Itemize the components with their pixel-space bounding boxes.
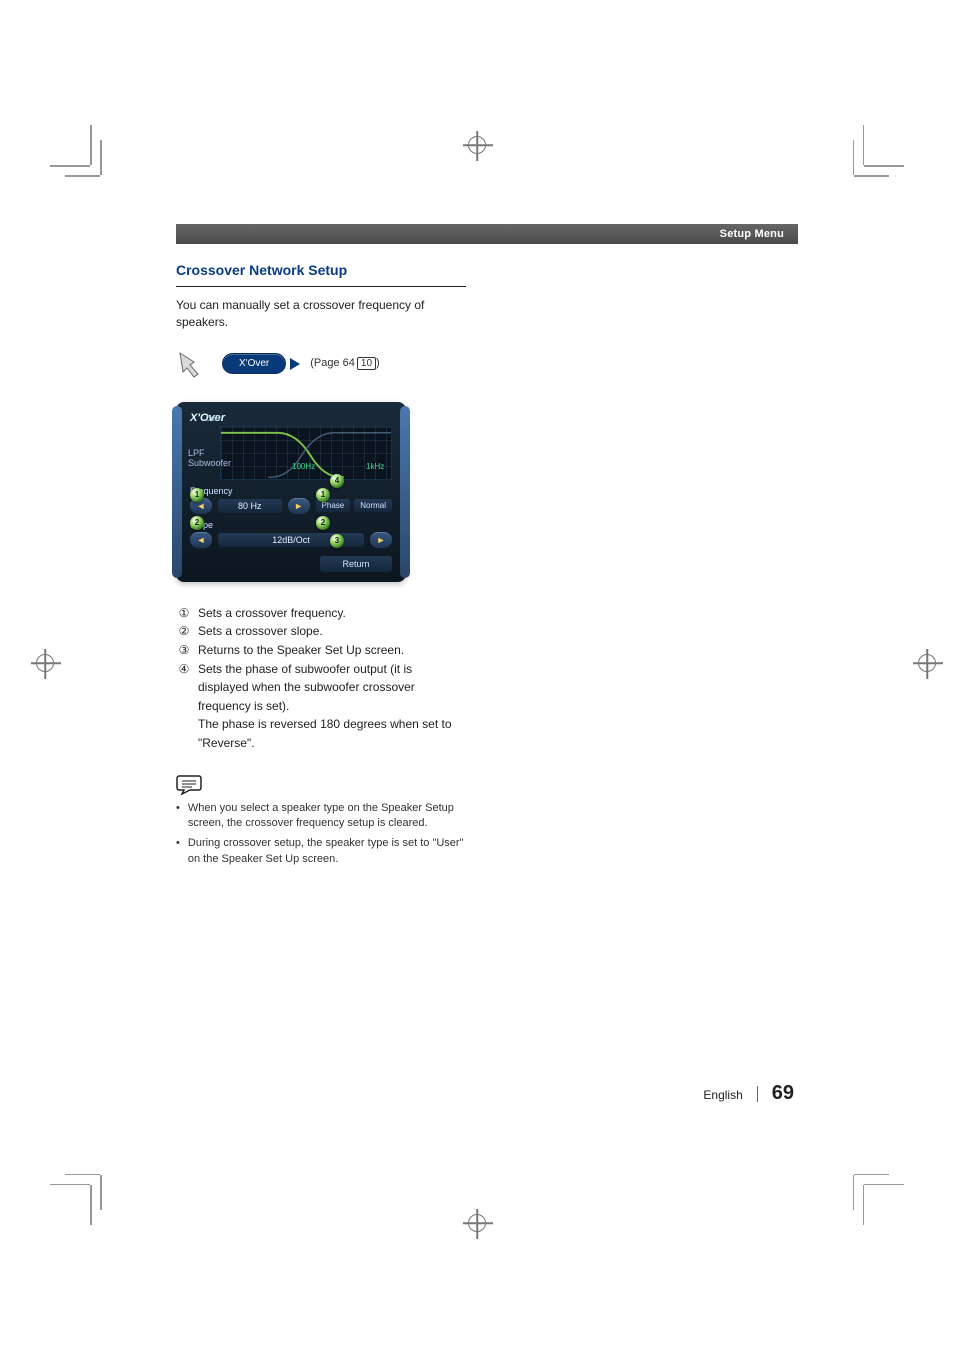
slope-decrease-button[interactable]: ◄ [190,532,212,548]
intro-text: You can manually set a crossover frequen… [176,297,466,332]
footer-lang: English [703,1088,742,1102]
device-title: X'Over [190,412,398,424]
chapter-header: Setup Menu [176,224,798,244]
legend-num: ① [176,604,192,623]
callout-2-left: 2 [190,516,204,530]
note-icon [176,773,202,795]
freq-increase-button[interactable]: ► [288,498,310,514]
note-row: •When you select a speaker type on the S… [176,801,466,833]
page-ref-box: 10 [357,357,376,370]
page-footer: English 69 [703,1082,794,1105]
return-button[interactable]: Return [320,556,392,572]
footer-page-number: 69 [772,1082,794,1105]
crossover-graph [220,426,392,480]
nav-chip: X'Over [222,353,286,374]
note-text: During crossover setup, the speaker type… [188,836,466,868]
row-frequency-controls: ◄ 80 Hz ► Phase Normal [190,498,392,514]
phase-group: Phase Normal [316,499,392,512]
section-title: Crossover Network Setup [176,258,466,287]
phase-value: Normal [354,499,392,512]
notes: •When you select a speaker type on the S… [176,801,466,869]
slope-increase-button[interactable]: ► [370,532,392,548]
crop-mark-top-left [50,125,110,185]
callout-1-left: 1 [190,488,204,502]
legend-row: ③ Returns to the Speaker Set Up screen. [176,641,466,660]
legend-num: ④ [176,660,192,716]
callout-1-right: 1 [316,488,330,502]
bullet-icon: • [176,836,180,868]
legend-row: ② Sets a crossover slope. [176,622,466,641]
label-lpf: LPF [188,448,205,458]
callout-4: 4 [330,474,344,488]
legend: ① Sets a crossover frequency. ② Sets a cro… [176,604,466,753]
nav-hint: X'Over (Page 6410) [176,350,466,378]
bullet-icon: • [176,801,180,833]
chapter-label: Setup Menu [720,228,784,240]
crop-mark-top-right [844,125,904,185]
freq-value: 80 Hz [218,499,282,513]
page-ref-prefix: (Page 64 [310,357,355,369]
legend-text: Sets the phase of subwoofer output (it i… [198,660,466,716]
crop-mark-bottom-right [844,1165,904,1225]
footer-separator [757,1086,758,1102]
legend-text: Sets a crossover slope. [198,622,466,641]
label-100hz: 100Hz [292,462,315,471]
chip-tail-icon [290,358,300,370]
cursor-icon [176,350,212,378]
note-text: When you select a speaker type on the Sp… [188,801,466,833]
device-accent-right [400,406,410,578]
label-subwoofer: Subwoofer [188,458,231,468]
legend-num: ③ [176,641,192,660]
page-ref-suffix: ) [376,357,380,369]
label-1khz: 1kHz [366,462,384,471]
content-column: Crossover Network Setup You can manually… [176,258,466,872]
row-slope-controls: ◄ 12dB/Oct ► [190,532,392,548]
callout-2-right: 2 [316,516,330,530]
callout-3: 3 [330,534,344,548]
legend-row: ④Sets the phase of subwoofer output (it … [176,660,466,716]
page-ref: (Page 6410) [310,357,379,370]
legend-num: ② [176,622,192,641]
legend-continuation: The phase is reversed 180 degrees when s… [198,715,466,752]
row-slope: Slope [190,520,392,530]
legend-text: Sets a crossover frequency. [198,604,466,623]
device-accent-left [172,406,182,578]
legend-row: ① Sets a crossover frequency. [176,604,466,623]
device-screen: X'Over 0dB LPF Subwoofer 100Hz 1kHz Freq… [176,402,406,582]
row-frequency: Frequency [190,486,392,496]
crop-mark-bottom-left [50,1165,110,1225]
legend-text: Returns to the Speaker Set Up screen. [198,641,466,660]
label-0db: 0dB [206,414,220,423]
note-row: •During crossover setup, the speaker typ… [176,836,466,868]
